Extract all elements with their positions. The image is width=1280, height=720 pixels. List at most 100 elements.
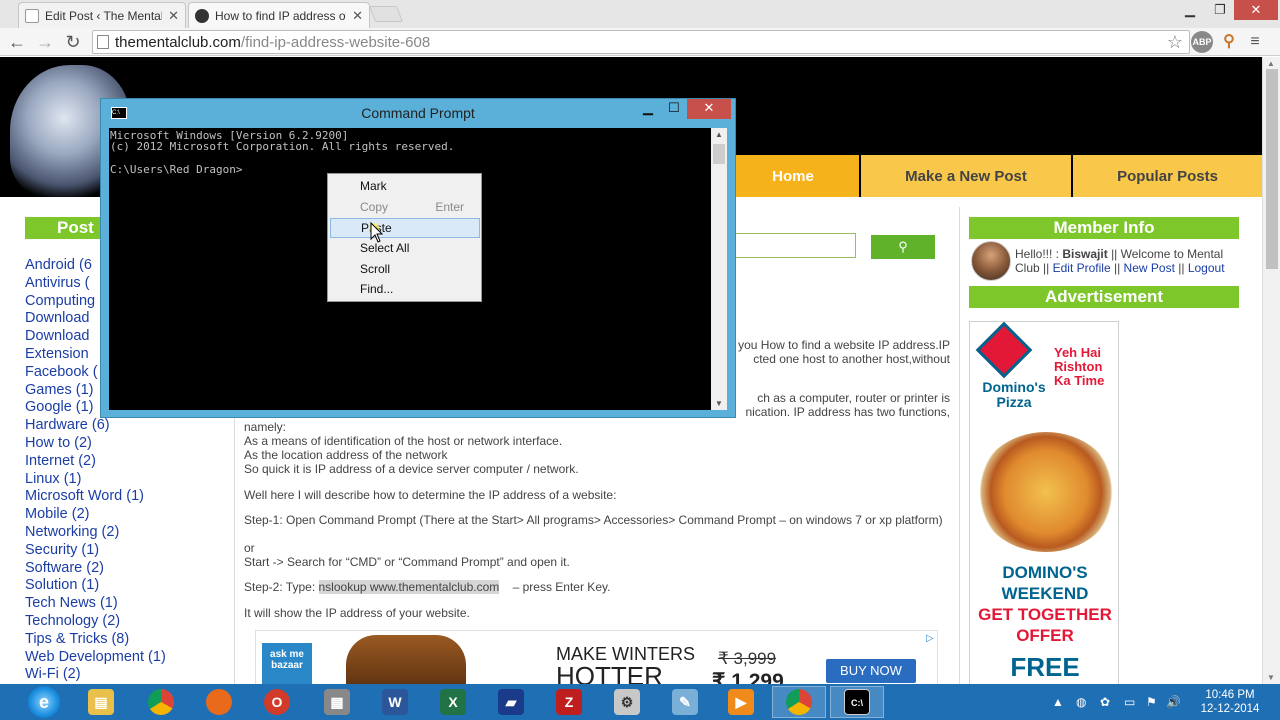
category-link[interactable]: Linux (1)	[25, 471, 215, 489]
category-link[interactable]: Hardware (6)	[25, 417, 215, 435]
article-paragraph: Start -> Search for “CMD” or “Command Pr…	[244, 555, 570, 569]
page-scrollbar[interactable]: ▲ ▼	[1262, 57, 1280, 684]
buy-now-button[interactable]: BUY NOW	[826, 659, 916, 683]
minimize-icon[interactable]: ▁	[1175, 0, 1205, 20]
article-paragraph: So quick it is IP address of a device se…	[244, 462, 579, 476]
edit-profile-link[interactable]: Edit Profile	[1053, 261, 1111, 275]
search-input[interactable]	[720, 233, 856, 258]
close-icon[interactable]: ✕	[352, 8, 363, 24]
category-link[interactable]: Networking (2)	[25, 524, 215, 542]
word-button[interactable]: W	[368, 686, 422, 718]
tray-app-icon[interactable]: ◍	[1076, 684, 1086, 720]
paint-icon: ✎	[672, 689, 698, 715]
menu-icon[interactable]: ≡	[1244, 31, 1266, 53]
minimize-icon[interactable]: ▁	[635, 99, 661, 119]
ie-icon[interactable]: e	[28, 686, 60, 718]
book-icon: ▰	[498, 689, 524, 715]
new-post-link[interactable]: New Post	[1124, 261, 1175, 275]
excel-icon: X	[440, 689, 466, 715]
close-window-icon[interactable]: ✕	[1234, 0, 1278, 20]
clock[interactable]: 10:46 PM 12-12-2014	[1190, 688, 1270, 716]
menu-item-label: Find...	[360, 282, 394, 296]
nav-home[interactable]: Home	[727, 155, 861, 197]
code-snippet[interactable]: nslookup www.thementalclub.com	[318, 580, 500, 594]
volume-icon[interactable]: 🔊	[1166, 684, 1181, 720]
category-link[interactable]: Microsoft Word (1)	[25, 488, 215, 506]
firefox-button[interactable]	[192, 686, 246, 718]
cmd-window-button[interactable]: C:\	[830, 686, 884, 718]
article-paragraph: Well here I will describe how to determi…	[244, 488, 617, 502]
nav-make-new-post[interactable]: Make a New Post	[861, 155, 1073, 197]
boot-image	[346, 635, 466, 684]
search-button[interactable]: ⚲	[871, 235, 935, 259]
tab-edit-post[interactable]: Edit Post ‹ The Mental Clu ✕	[18, 2, 186, 28]
category-link[interactable]: Technology (2)	[25, 613, 215, 631]
extension-icon[interactable]: ⚲	[1218, 31, 1240, 53]
maximize-icon[interactable]: ☐	[661, 99, 687, 119]
calculator-button[interactable]: ▦	[310, 686, 364, 718]
console-scrollbar[interactable]: ▲ ▼	[711, 128, 727, 410]
category-link[interactable]: Wi-Fi (2)	[25, 666, 215, 684]
url-path: /find-ip-address-website-608	[240, 33, 431, 51]
article-paragraph: As the location address of the network	[244, 448, 448, 462]
opera-button[interactable]: O	[250, 686, 304, 718]
close-window-icon[interactable]: ✕	[687, 99, 731, 119]
nav-popular-posts[interactable]: Popular Posts	[1073, 155, 1262, 197]
chrome-button[interactable]	[134, 686, 188, 718]
address-bar[interactable]: thementalclub.com/find-ip-address-websit…	[92, 30, 1190, 54]
back-arrow-icon[interactable]: ←	[6, 31, 28, 53]
menu-item-select-all[interactable]: Select All	[330, 238, 480, 258]
scrollbar-thumb[interactable]	[1266, 69, 1278, 269]
new-price: ₹ 1,299	[712, 670, 784, 684]
adchoices-icon[interactable]: ▷	[926, 633, 934, 644]
close-icon[interactable]: ✕	[168, 8, 179, 24]
chrome-icon	[786, 689, 812, 715]
logout-link[interactable]: Logout	[1188, 261, 1225, 275]
category-link[interactable]: Web Development (1)	[25, 649, 215, 667]
scroll-up-icon[interactable]: ▲	[1267, 59, 1275, 68]
utility-button[interactable]: ⚙	[600, 686, 654, 718]
new-tab-button[interactable]	[369, 6, 403, 22]
forward-arrow-icon[interactable]: →	[34, 31, 56, 53]
reload-icon[interactable]: ↻	[62, 31, 84, 53]
menu-item-copy[interactable]: Copy Enter	[330, 197, 480, 217]
tray-expand-icon[interactable]: ▲	[1052, 684, 1064, 720]
flag-icon[interactable]: ⚑	[1146, 684, 1157, 720]
network-icon[interactable]: ▭	[1124, 684, 1135, 720]
book-app-button[interactable]: ▰	[484, 686, 538, 718]
category-link[interactable]: Software (2)	[25, 560, 215, 578]
restore-icon[interactable]: ❐	[1205, 0, 1235, 20]
category-link[interactable]: Tips & Tricks (8)	[25, 631, 215, 649]
file-explorer-button[interactable]: ▤	[74, 686, 128, 718]
filezilla-button[interactable]: Z	[542, 686, 596, 718]
article-step-2: Step-2: Type: nslookup www.thementalclub…	[244, 580, 950, 594]
tray-app-icon[interactable]: ✿	[1100, 684, 1110, 720]
category-link[interactable]: Tech News (1)	[25, 595, 215, 613]
scroll-down-icon[interactable]: ▼	[1267, 673, 1275, 682]
category-link[interactable]: Security (1)	[25, 542, 215, 560]
paint-button[interactable]: ✎	[658, 686, 712, 718]
menu-item-find[interactable]: Find...	[330, 279, 480, 299]
tab-find-ip[interactable]: How to find IP address of ✕	[188, 2, 370, 28]
chrome-window-button[interactable]	[772, 686, 826, 718]
scrollbar-thumb[interactable]	[713, 144, 725, 164]
scroll-down-icon[interactable]: ▼	[715, 399, 723, 408]
banner-ad[interactable]: ask me bazaar MAKE WINTERS HOTTER ₹ 3,99…	[255, 630, 938, 684]
category-link[interactable]: Solution (1)	[25, 577, 215, 595]
firefox-icon	[206, 689, 232, 715]
menu-item-scroll[interactable]: Scroll	[330, 259, 480, 279]
adblock-icon[interactable]: ABP	[1191, 31, 1213, 53]
username: Biswajit	[1062, 247, 1108, 261]
menu-item-mark[interactable]: Mark	[330, 176, 480, 196]
menu-item-paste[interactable]: Paste	[330, 218, 480, 238]
media-button[interactable]: ▶	[714, 686, 768, 718]
chrome-icon	[148, 689, 174, 715]
scroll-up-icon[interactable]: ▲	[715, 130, 723, 139]
category-link[interactable]: How to (2)	[25, 435, 215, 453]
bookmark-star-icon[interactable]: ☆	[1167, 32, 1183, 53]
excel-button[interactable]: X	[426, 686, 480, 718]
category-link[interactable]: Mobile (2)	[25, 506, 215, 524]
mouse-cursor-icon	[369, 222, 383, 243]
category-link[interactable]: Internet (2)	[25, 453, 215, 471]
dominos-ad[interactable]: Domino's Pizza Yeh Hai Rishton Ka Time D…	[969, 321, 1119, 684]
